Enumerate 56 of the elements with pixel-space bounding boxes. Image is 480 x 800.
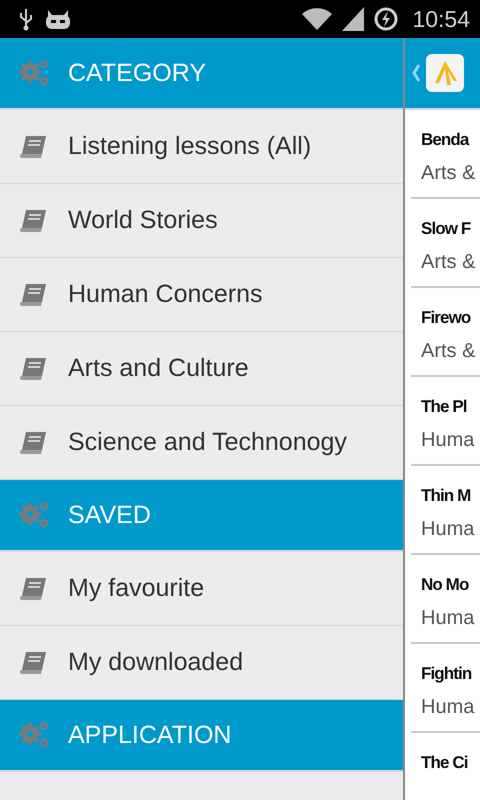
lesson-category: Huma — [421, 518, 476, 541]
lesson-title: The Pl — [421, 397, 467, 417]
lesson-row[interactable]: Slow F Arts & — [411, 199, 480, 288]
lesson-title: No Mo — [421, 575, 468, 595]
usb-icon — [18, 7, 34, 31]
book-icon — [20, 134, 48, 160]
wifi-icon — [302, 8, 332, 30]
chevron-left-icon[interactable] — [411, 63, 421, 83]
book-icon — [20, 430, 48, 456]
lesson-title: Firewo — [421, 308, 470, 328]
lesson-row[interactable]: Thin M Huma — [411, 466, 480, 555]
book-icon — [20, 208, 48, 234]
signal-icon — [342, 7, 364, 31]
menu-item-label: My downloaded — [68, 648, 244, 677]
lesson-title: Benda — [421, 130, 468, 150]
menu-item-label: Science and Technonogy — [68, 428, 347, 457]
menu-item[interactable]: World Stories — [0, 184, 403, 258]
lesson-category: Arts & — [421, 340, 476, 363]
menu-item-label: World Stories — [68, 206, 218, 235]
gears-icon — [18, 58, 50, 88]
gears-icon — [18, 500, 50, 530]
book-icon — [20, 576, 48, 602]
menu-item[interactable]: Arts and Culture — [0, 332, 403, 406]
lesson-category: Huma — [421, 696, 476, 719]
lesson-category: Arts & — [421, 251, 476, 274]
lesson-row[interactable]: Fightin Huma — [411, 644, 480, 733]
menu-item-label: My favourite — [68, 574, 204, 603]
lesson-title: Thin M — [421, 486, 470, 506]
lesson-row[interactable]: The Ci — [411, 733, 480, 800]
app-logo-icon[interactable] — [425, 53, 465, 93]
menu-item-label: Listening lessons (All) — [68, 132, 312, 161]
lesson-row[interactable]: No Mo Huma — [411, 555, 480, 644]
lesson-title: Fightin — [421, 664, 472, 684]
lesson-category: Arts & — [421, 162, 476, 185]
gears-icon — [18, 720, 50, 750]
menu-item[interactable]: Human Concerns — [0, 258, 403, 332]
menu-item[interactable]: My favourite — [0, 552, 403, 626]
robot-face-icon — [44, 8, 72, 30]
lesson-title: Slow F — [421, 219, 470, 239]
book-icon — [20, 356, 48, 382]
book-icon — [20, 650, 48, 676]
menu-item[interactable]: Listening lessons (All) — [0, 110, 403, 184]
menu-item-label: Arts and Culture — [68, 354, 249, 383]
section-title: CATEGORY — [68, 58, 206, 88]
charging-icon — [374, 7, 398, 31]
lesson-row[interactable]: Firewo Arts & — [411, 288, 480, 377]
section-title: APPLICATION — [68, 720, 232, 750]
lesson-category: Huma — [421, 607, 476, 630]
section-title: SAVED — [68, 500, 151, 530]
lesson-title: The Ci — [421, 753, 468, 773]
lesson-row[interactable]: The Pl Huma — [411, 377, 480, 466]
clock-time: 10:54 — [412, 6, 470, 32]
lesson-row[interactable]: Benda Arts & — [411, 110, 480, 199]
book-icon — [20, 282, 48, 308]
lesson-category: Huma — [421, 429, 476, 452]
menu-item-label: Human Concerns — [68, 280, 263, 309]
